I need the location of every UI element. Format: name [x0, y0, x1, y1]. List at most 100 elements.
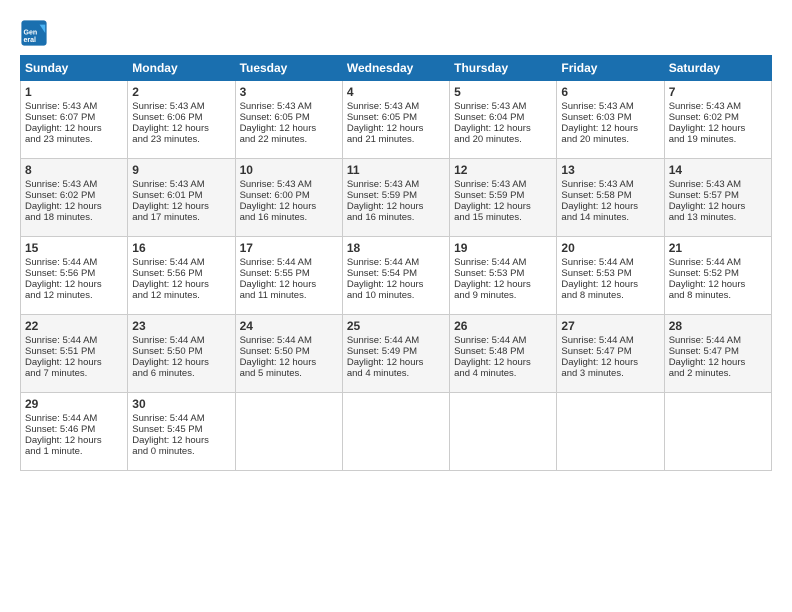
day-info: Sunset: 6:03 PM [561, 112, 659, 123]
day-info: Sunrise: 5:43 AM [132, 179, 230, 190]
day-number: 30 [132, 397, 230, 411]
calendar-cell: 27Sunrise: 5:44 AMSunset: 5:47 PMDayligh… [557, 315, 664, 393]
day-info: Sunrise: 5:44 AM [454, 335, 552, 346]
col-header-sunday: Sunday [21, 56, 128, 81]
day-info: and 1 minute. [25, 446, 123, 457]
day-info: Daylight: 12 hours [132, 435, 230, 446]
day-number: 10 [240, 163, 338, 177]
day-info: Daylight: 12 hours [132, 279, 230, 290]
day-number: 13 [561, 163, 659, 177]
day-info: and 4 minutes. [347, 368, 445, 379]
day-info: Sunrise: 5:43 AM [454, 101, 552, 112]
week-row-1: 1Sunrise: 5:43 AMSunset: 6:07 PMDaylight… [21, 81, 772, 159]
day-info: Daylight: 12 hours [669, 123, 767, 134]
day-number: 1 [25, 85, 123, 99]
day-info: Sunset: 5:57 PM [669, 190, 767, 201]
day-number: 18 [347, 241, 445, 255]
calendar-cell: 9Sunrise: 5:43 AMSunset: 6:01 PMDaylight… [128, 159, 235, 237]
day-info: and 16 minutes. [347, 212, 445, 223]
day-info: Sunrise: 5:43 AM [132, 101, 230, 112]
day-info: Sunrise: 5:43 AM [561, 101, 659, 112]
day-info: Sunrise: 5:43 AM [25, 179, 123, 190]
day-info: Daylight: 12 hours [132, 201, 230, 212]
day-number: 20 [561, 241, 659, 255]
calendar-cell: 23Sunrise: 5:44 AMSunset: 5:50 PMDayligh… [128, 315, 235, 393]
calendar-cell [342, 393, 449, 471]
day-info: Sunset: 6:02 PM [25, 190, 123, 201]
day-number: 28 [669, 319, 767, 333]
day-info: Sunrise: 5:44 AM [132, 257, 230, 268]
day-info: and 6 minutes. [132, 368, 230, 379]
day-info: Sunrise: 5:43 AM [669, 101, 767, 112]
calendar-cell: 4Sunrise: 5:43 AMSunset: 6:05 PMDaylight… [342, 81, 449, 159]
day-info: and 8 minutes. [669, 290, 767, 301]
day-info: and 18 minutes. [25, 212, 123, 223]
day-info: Daylight: 12 hours [561, 201, 659, 212]
day-number: 9 [132, 163, 230, 177]
day-info: Sunrise: 5:43 AM [240, 101, 338, 112]
day-info: Sunrise: 5:44 AM [240, 335, 338, 346]
day-info: and 8 minutes. [561, 290, 659, 301]
page-header: Gen eral [20, 15, 772, 47]
calendar-cell: 17Sunrise: 5:44 AMSunset: 5:55 PMDayligh… [235, 237, 342, 315]
calendar-cell: 7Sunrise: 5:43 AMSunset: 6:02 PMDaylight… [664, 81, 771, 159]
calendar-cell: 29Sunrise: 5:44 AMSunset: 5:46 PMDayligh… [21, 393, 128, 471]
day-info: and 19 minutes. [669, 134, 767, 145]
day-info: Daylight: 12 hours [561, 123, 659, 134]
day-info: Daylight: 12 hours [347, 279, 445, 290]
col-header-thursday: Thursday [450, 56, 557, 81]
calendar-cell: 13Sunrise: 5:43 AMSunset: 5:58 PMDayligh… [557, 159, 664, 237]
day-number: 2 [132, 85, 230, 99]
calendar-table: SundayMondayTuesdayWednesdayThursdayFrid… [20, 55, 772, 471]
day-number: 24 [240, 319, 338, 333]
day-info: and 3 minutes. [561, 368, 659, 379]
day-info: Daylight: 12 hours [561, 279, 659, 290]
day-info: Sunrise: 5:44 AM [347, 335, 445, 346]
day-info: Sunrise: 5:44 AM [669, 335, 767, 346]
day-info: Sunrise: 5:44 AM [25, 413, 123, 424]
day-info: Sunset: 6:04 PM [454, 112, 552, 123]
day-number: 27 [561, 319, 659, 333]
day-info: Sunset: 6:07 PM [25, 112, 123, 123]
calendar-cell: 19Sunrise: 5:44 AMSunset: 5:53 PMDayligh… [450, 237, 557, 315]
calendar-cell: 11 Sunrise: 5:43 AMSunset: 5:59 PMDayligh… [342, 159, 449, 237]
day-info: Daylight: 12 hours [669, 201, 767, 212]
day-info: and 7 minutes. [25, 368, 123, 379]
day-info: and 5 minutes. [240, 368, 338, 379]
calendar-cell: 14Sunrise: 5:43 AMSunset: 5:57 PMDayligh… [664, 159, 771, 237]
day-info: Sunset: 5:59 PM [347, 190, 445, 201]
day-info: and 20 minutes. [454, 134, 552, 145]
day-info: Daylight: 12 hours [25, 279, 123, 290]
day-number: 11 [347, 163, 445, 177]
day-info: Sunset: 5:49 PM [347, 346, 445, 357]
day-info: and 23 minutes. [132, 134, 230, 145]
calendar-cell [557, 393, 664, 471]
day-number: 6 [561, 85, 659, 99]
day-info: and 2 minutes. [669, 368, 767, 379]
day-info: Sunset: 5:53 PM [454, 268, 552, 279]
day-info: Sunrise: 5:44 AM [561, 335, 659, 346]
calendar-cell: 22Sunrise: 5:44 AMSunset: 5:51 PMDayligh… [21, 315, 128, 393]
day-info: Daylight: 12 hours [454, 357, 552, 368]
day-number: 5 [454, 85, 552, 99]
day-info: Daylight: 12 hours [454, 279, 552, 290]
day-info: Sunrise: 5:43 AM [240, 179, 338, 190]
day-info: Sunset: 5:56 PM [25, 268, 123, 279]
day-info: Daylight: 12 hours [347, 201, 445, 212]
svg-text:eral: eral [24, 37, 37, 44]
day-info: Daylight: 12 hours [132, 123, 230, 134]
calendar-cell [235, 393, 342, 471]
day-info: Sunset: 5:54 PM [347, 268, 445, 279]
day-info: Sunset: 5:50 PM [240, 346, 338, 357]
day-info: Daylight: 12 hours [132, 357, 230, 368]
day-info: Sunrise: 5:43 AM [25, 101, 123, 112]
header-row: SundayMondayTuesdayWednesdayThursdayFrid… [21, 56, 772, 81]
day-number: 29 [25, 397, 123, 411]
day-info: Sunrise: 5:43 AM [347, 179, 445, 190]
day-info: and 13 minutes. [669, 212, 767, 223]
day-info: Daylight: 12 hours [25, 123, 123, 134]
calendar-cell: 5Sunrise: 5:43 AMSunset: 6:04 PMDaylight… [450, 81, 557, 159]
day-info: Sunrise: 5:44 AM [347, 257, 445, 268]
day-info: and 16 minutes. [240, 212, 338, 223]
day-number: 17 [240, 241, 338, 255]
